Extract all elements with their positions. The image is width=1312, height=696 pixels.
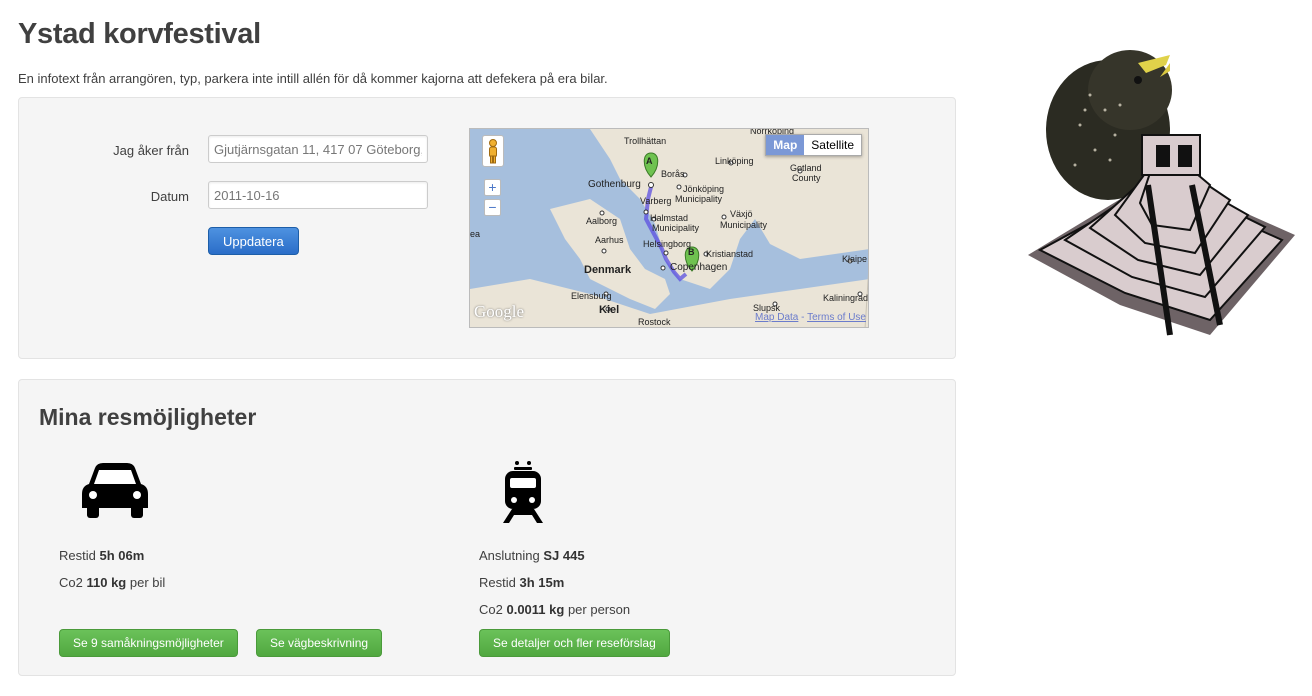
train-connection: Anslutning SJ 445 bbox=[479, 548, 585, 563]
travel-options-panel: Mina resmöjligheter Restid 5h 06m Co2 11… bbox=[18, 379, 956, 676]
page-title: Ystad korvfestival bbox=[18, 18, 261, 50]
map-label-vaxjo: Växjö bbox=[730, 209, 753, 219]
train-connection-value: SJ 445 bbox=[543, 548, 585, 563]
map-label-halmstad: Halmstad bbox=[650, 213, 689, 223]
map-data-link[interactable]: Map Data bbox=[755, 312, 798, 323]
train-co2-value: 0.0011 kg bbox=[506, 602, 565, 617]
car-co2-unit: per bil bbox=[129, 575, 166, 590]
map-label-varberg: Varberg bbox=[640, 196, 672, 206]
trip-form-panel: Jag åker från Datum Uppdatera bbox=[18, 97, 956, 359]
car-restid-value: 5h 06m bbox=[99, 548, 145, 563]
car-co2: Co2 110 kg per bil bbox=[59, 575, 165, 590]
train-co2: Co2 0.0011 kg per person bbox=[479, 602, 630, 617]
terms-link[interactable]: Terms of Use bbox=[807, 312, 866, 323]
map-label-halmstad-muni: Municipality bbox=[652, 223, 700, 233]
train-restid-label: Restid bbox=[479, 575, 516, 590]
map-footer: Map Data - Terms of Use bbox=[755, 312, 866, 323]
train-details-button[interactable]: Se detaljer och fler reseförslag bbox=[479, 629, 670, 657]
map-type-toggle: Map Satellite bbox=[765, 134, 862, 156]
map-label-aarhus: Aarhus bbox=[595, 235, 624, 245]
car-co2-label: Co2 bbox=[59, 575, 83, 590]
date-label: Datum bbox=[150, 189, 189, 204]
train-restid-value: 3h 15m bbox=[519, 575, 565, 590]
train-co2-label: Co2 bbox=[479, 602, 503, 617]
map-label-kiel: Kiel bbox=[599, 304, 620, 316]
car-restid-label: Restid bbox=[59, 548, 96, 563]
update-button[interactable]: Uppdatera bbox=[208, 227, 299, 255]
map-label-klaipeda: Klaipe bbox=[842, 254, 868, 264]
google-logo: Google bbox=[474, 302, 525, 321]
map-type-satellite-button[interactable]: Satellite bbox=[804, 135, 861, 155]
map-label-kristianstad: Kristianstad bbox=[706, 249, 754, 259]
date-input[interactable] bbox=[208, 181, 428, 209]
map-label-elensburg: Elensburg bbox=[571, 291, 612, 301]
map-label-vaxjo-muni: Municipality bbox=[720, 220, 768, 230]
map-label-boras: Borås bbox=[661, 169, 685, 179]
marker-a-label: A bbox=[646, 156, 653, 166]
zoom-in-button[interactable]: + bbox=[484, 179, 501, 196]
map-label-rostock: Rostock bbox=[638, 317, 671, 327]
train-restid: Restid 3h 15m bbox=[479, 575, 564, 590]
train-co2-unit: per person bbox=[567, 602, 631, 617]
map-label-trollhattan: Trollhättan bbox=[624, 136, 667, 146]
map-type-map-button[interactable]: Map bbox=[766, 135, 805, 155]
route-directions-button[interactable]: Se vägbeskrivning bbox=[256, 629, 383, 657]
map-label-jonkoping: Jönköping bbox=[683, 184, 725, 194]
from-address-input[interactable] bbox=[208, 135, 428, 163]
map-label-gothenburg: Gothenburg bbox=[588, 179, 641, 190]
route-map[interactable]: A B Trollhättan Norrköping Gothenburg Bo… bbox=[469, 128, 869, 328]
starling-pyramid-illustration bbox=[1028, 50, 1295, 336]
map-label-denmark: Denmark bbox=[584, 264, 632, 276]
zoom-out-button[interactable]: − bbox=[484, 199, 501, 216]
intro-text: En infotext från arrangören, typ, parker… bbox=[18, 71, 608, 86]
car-icon bbox=[82, 463, 148, 518]
map-label-gotland-county: County bbox=[792, 173, 821, 183]
map-label-kaliningrad: Kaliningrad bbox=[823, 293, 869, 303]
from-label: Jag åker från bbox=[113, 143, 189, 158]
map-label-copenhagen: Copenhagen bbox=[670, 262, 728, 273]
train-connection-label: Anslutning bbox=[479, 548, 540, 563]
map-label-gotland: Gotland bbox=[790, 163, 822, 173]
car-restid: Restid 5h 06m bbox=[59, 548, 144, 563]
train-icon bbox=[503, 461, 543, 523]
map-label-linkoping: Linköping bbox=[715, 156, 754, 166]
car-co2-value: 110 kg bbox=[86, 575, 127, 590]
street-view-pegman-icon[interactable] bbox=[482, 135, 504, 167]
options-heading: Mina resmöjligheter bbox=[39, 404, 257, 430]
map-label-aalborg: Aalborg bbox=[586, 216, 618, 226]
map-label-ea: ea bbox=[470, 229, 481, 239]
map-label-helsingborg: Helsingborg bbox=[643, 239, 692, 249]
carpool-button[interactable]: Se 9 samåkningsmöjligheter bbox=[59, 629, 238, 657]
map-footer-separator: - bbox=[798, 312, 808, 323]
map-label-jonkoping-muni: Municipality bbox=[675, 194, 723, 204]
